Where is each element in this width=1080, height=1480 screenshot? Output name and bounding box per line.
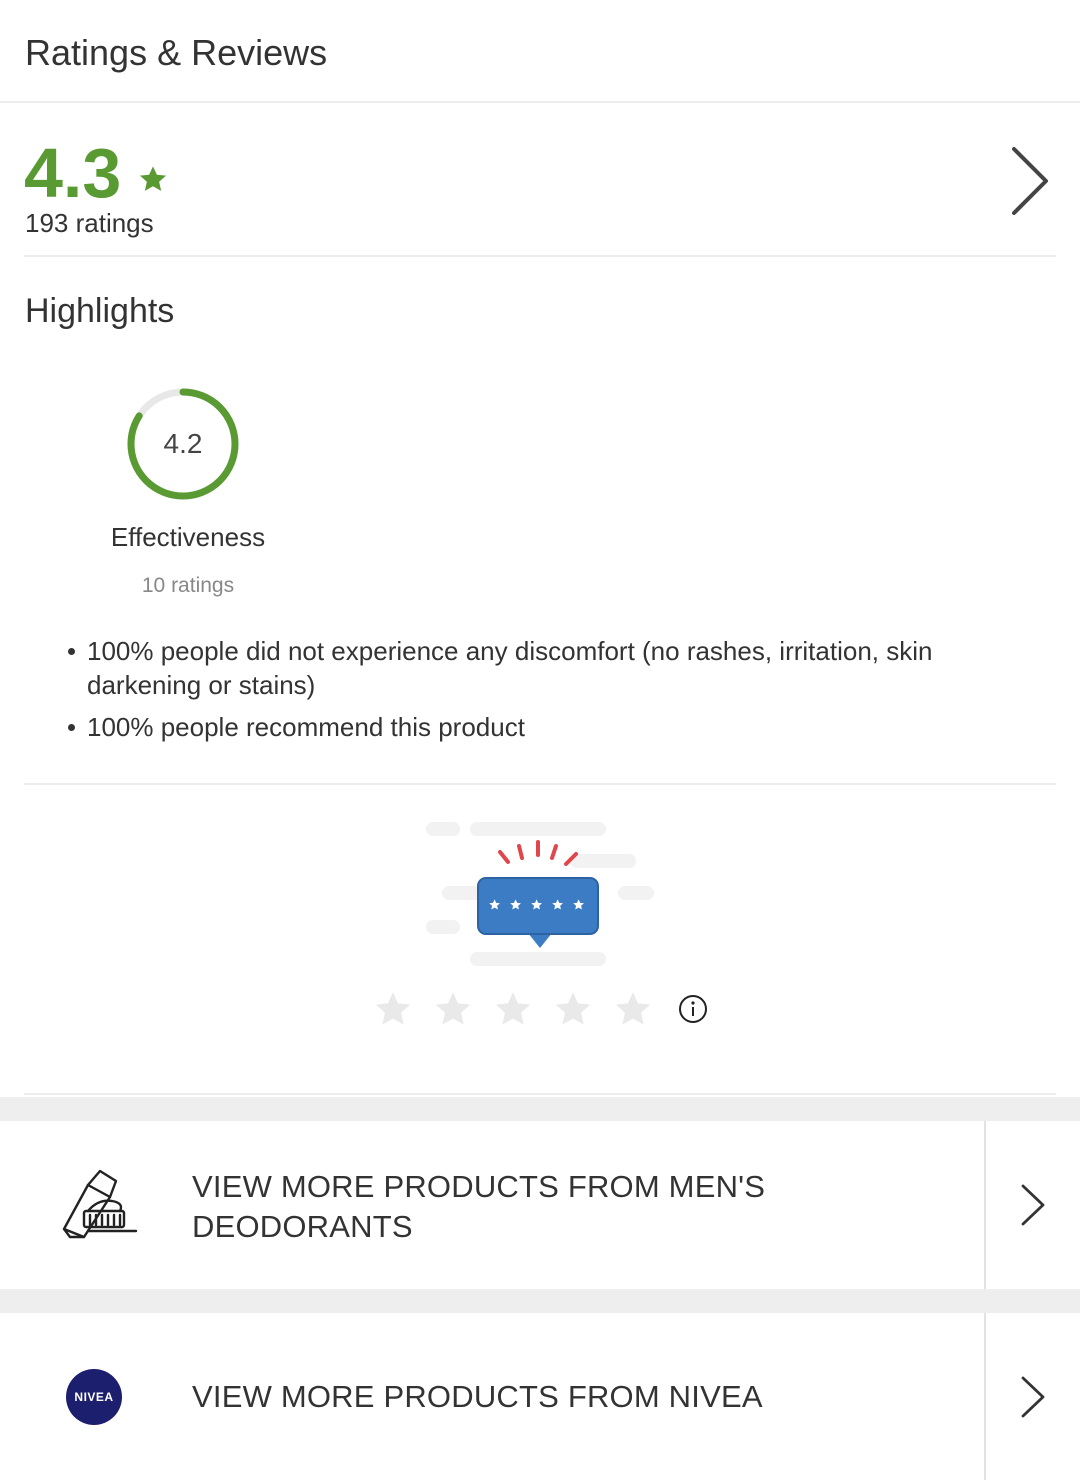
effectiveness-score: 4.2 — [163, 428, 203, 459]
vertical-divider — [984, 1313, 986, 1480]
empty-star-icon[interactable] — [492, 988, 534, 1030]
divider — [24, 1093, 1056, 1095]
star-icon — [139, 166, 167, 191]
divider — [24, 255, 1056, 257]
chevron-right-icon[interactable] — [1006, 145, 1054, 217]
view-more-mens-deodorants-link[interactable]: VIEW MORE PRODUCTS FROM MEN'S DEODORANTS — [0, 1121, 1080, 1289]
list-item: 100% people did not experience any disco… — [68, 634, 1048, 702]
overall-score: 4.3 — [24, 134, 122, 212]
ratings-count: 193 ratings — [25, 208, 154, 238]
toothbrush-toothpaste-icon — [62, 1169, 138, 1239]
empty-star-icon[interactable] — [372, 988, 414, 1030]
list-item: 100% people recommend this product — [68, 710, 1048, 744]
empty-star-icon[interactable] — [432, 988, 474, 1030]
nivea-logo: NIVEA — [66, 1369, 122, 1425]
chevron-right-icon[interactable] — [1020, 1375, 1046, 1419]
highlights-title: Highlights — [25, 292, 175, 330]
view-more-nivea-label: VIEW MORE PRODUCTS FROM NIVEA — [192, 1379, 763, 1414]
effectiveness-ratings-count: 10 ratings — [141, 574, 235, 597]
empty-star-icon[interactable] — [552, 988, 594, 1030]
page-header: Ratings & Reviews — [0, 0, 1080, 103]
view-more-nivea-link[interactable]: NIVEA VIEW MORE PRODUCTS FROM NIVEA — [0, 1313, 1080, 1480]
highlight-bullets: 100% people did not experience any disco… — [68, 634, 1048, 752]
divider — [24, 783, 1056, 785]
info-icon[interactable] — [678, 994, 708, 1024]
view-more-mens-deodorants-label: VIEW MORE PRODUCTS FROM MEN'S DEODORANTS — [192, 1169, 766, 1244]
section-separator — [0, 1289, 1080, 1313]
rate-this-product-stars — [372, 988, 708, 1030]
effectiveness-label: Effectiveness — [110, 522, 266, 552]
vertical-divider — [984, 1121, 986, 1289]
bullet-dot — [68, 724, 75, 731]
rating-summary-row[interactable]: 4.3 193 ratings — [0, 103, 1080, 256]
bullet-dot — [68, 648, 75, 655]
rate-product-illustration — [426, 822, 654, 966]
empty-star-icon[interactable] — [612, 988, 654, 1030]
page-title: Ratings & Reviews — [25, 32, 328, 73]
section-separator — [0, 1097, 1080, 1121]
chevron-right-icon[interactable] — [1020, 1183, 1046, 1227]
